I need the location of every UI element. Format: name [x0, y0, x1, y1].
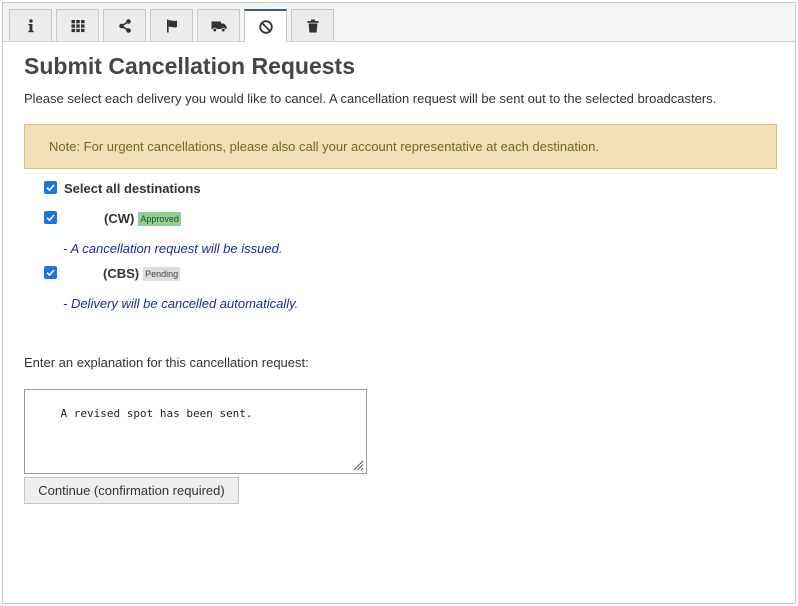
- destination-cw: (CW) Approved: [104, 211, 181, 226]
- ban-icon: [258, 19, 273, 34]
- truck-icon: [211, 21, 226, 32]
- tab-grid[interactable]: [56, 9, 99, 41]
- tab-share[interactable]: [103, 9, 146, 41]
- panel: Submit Cancellation Requests Please sele…: [2, 2, 796, 604]
- destination-checkbox-cbs[interactable]: [44, 266, 57, 279]
- info-icon: [27, 18, 34, 32]
- destination-checkbox-cw[interactable]: [44, 211, 57, 224]
- tab-flag[interactable]: [150, 9, 193, 41]
- note-text: Note: For urgent cancellations, please a…: [49, 139, 599, 154]
- share-icon: [118, 18, 131, 33]
- tab-delete[interactable]: [291, 9, 334, 41]
- destination-label: (CBS): [103, 266, 140, 281]
- note-alert: Note: For urgent cancellations, please a…: [24, 124, 777, 169]
- select-all-checkbox[interactable]: [44, 181, 57, 194]
- status-badge: Pending: [143, 266, 181, 281]
- destination-label: (CW): [104, 211, 135, 226]
- continue-button[interactable]: Continue (confirmation required): [24, 477, 239, 504]
- tab-cancel[interactable]: [244, 9, 287, 42]
- status-badge: Approved: [138, 211, 181, 226]
- select-all-label: Select all destinations: [64, 181, 201, 196]
- page-title: Submit Cancellation Requests: [24, 53, 356, 79]
- trash-icon: [307, 19, 318, 32]
- check-icon: [46, 269, 55, 277]
- tab-info[interactable]: [9, 9, 52, 41]
- destination-message: - Delivery will be cancelled automatical…: [63, 296, 299, 311]
- explanation-value: A revised spot has been sent.: [60, 407, 253, 420]
- destination-cbs: (CBS) Pending: [103, 266, 181, 281]
- resize-grip-icon[interactable]: [352, 459, 364, 471]
- destination-message: - A cancellation request will be issued.: [63, 241, 283, 256]
- check-icon: [46, 214, 55, 222]
- flag-icon: [166, 19, 177, 32]
- grid-icon: [71, 19, 84, 32]
- check-icon: [46, 184, 55, 192]
- tab-bar: [3, 3, 795, 42]
- tab-delivery[interactable]: [197, 9, 240, 41]
- explanation-textarea[interactable]: A revised spot has been sent.: [24, 389, 367, 474]
- explanation-label: Enter an explanation for this cancellati…: [24, 355, 309, 370]
- intro-text: Please select each delivery you would li…: [24, 91, 717, 106]
